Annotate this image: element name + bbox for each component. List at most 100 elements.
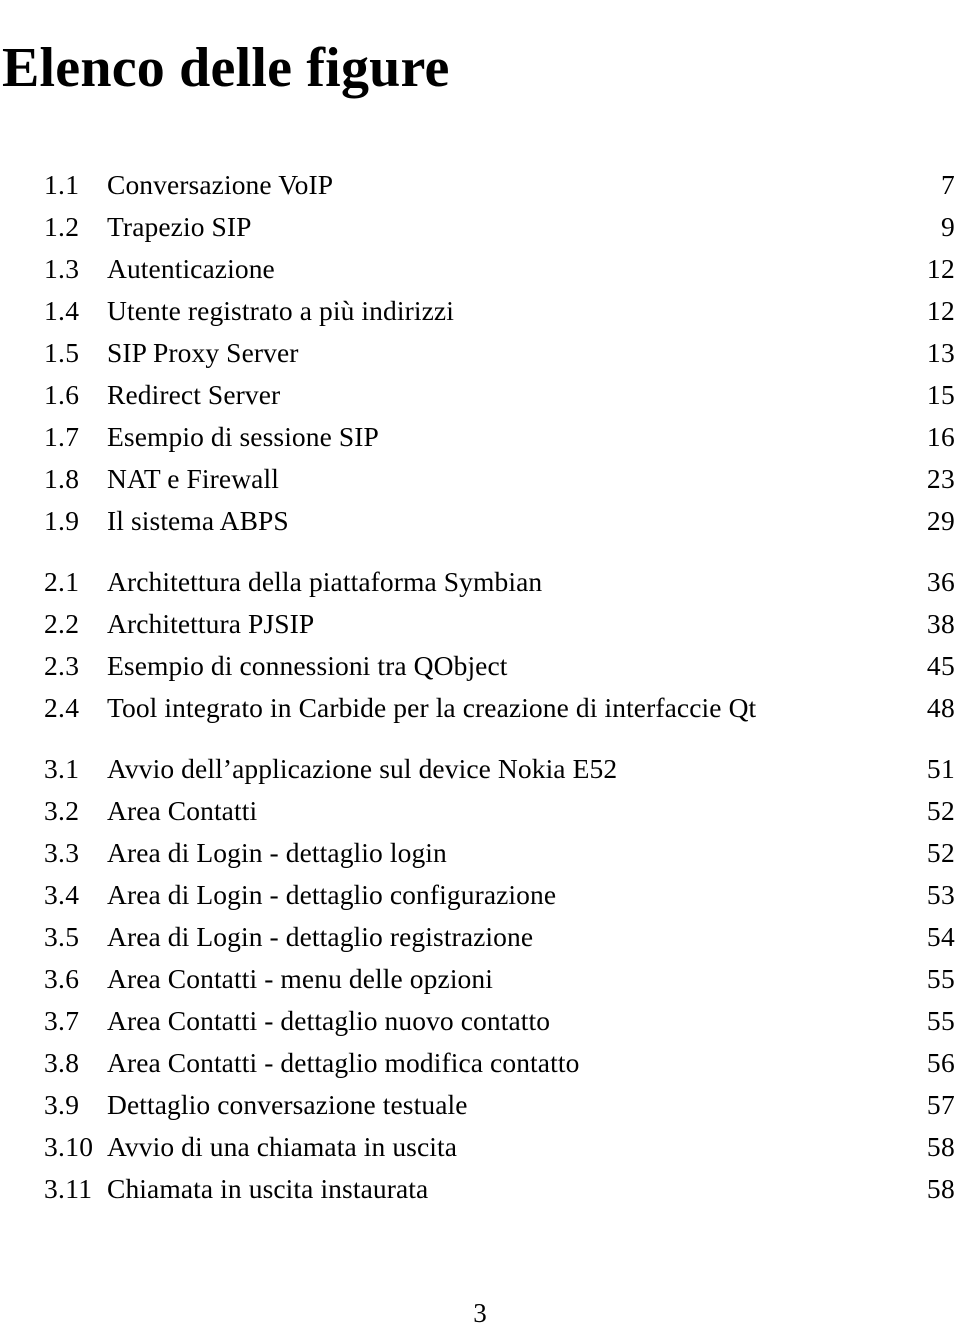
- lof-entry-page-number: 36: [926, 566, 955, 597]
- lof-entry-label: Dettaglio conversazione testuale: [107, 1089, 468, 1120]
- lof-entry-number: 3.5: [44, 921, 80, 952]
- lof-leader-dots-row: ......................: [263, 802, 903, 808]
- document-page: Elenco delle figure 1.1 Conversazione VoI…: [0, 0, 960, 1340]
- lof-entry-number: 3.3: [44, 837, 80, 868]
- lof-leader-dots-row: ........................: [305, 344, 903, 350]
- lof-leader-dots: ................: [474, 1072, 903, 1114]
- lof-entry-page-number: 13: [926, 337, 955, 368]
- lof-entry-number: 3.4: [44, 879, 80, 910]
- lof-entry-number: 3.8: [44, 1047, 80, 1078]
- lof-leader-dots: ...............: [514, 633, 903, 675]
- lof-leader-dots: ............: [556, 988, 903, 1030]
- lof-entry-page-number: 54: [926, 921, 955, 952]
- lof-entry-label: Architettura PJSIP: [107, 608, 315, 639]
- lof-entry-number: 3.6: [44, 963, 80, 994]
- lof-leader-dots-row: ........................: [339, 176, 903, 182]
- lof-leader-dots-row: ............: [556, 1012, 903, 1018]
- lof-leader-dots-row: .............: [548, 573, 903, 579]
- lof-leader-dots: .................: [463, 1114, 903, 1156]
- lof-leader-dots-row: ..: [849, 699, 903, 705]
- lof-leader-dots-row: ................: [474, 1096, 903, 1102]
- lof-leader-dots-row: ...........: [585, 1054, 903, 1060]
- lof-leader-dots: .............: [539, 904, 903, 946]
- lof-leader-dots-row: ........................: [295, 512, 903, 518]
- lof-entry-number: 3.1: [44, 753, 80, 784]
- lof-chapter-group: 2.1 Architettura della piattaforma Symbia…: [0, 549, 960, 723]
- lof-entry-label: Tool integrato in Carbide per la creazio…: [107, 692, 757, 723]
- lof-leader-dots: ........................: [339, 152, 903, 194]
- lof-entry-number: 3.7: [44, 1005, 80, 1036]
- lof-leader-dots-row: .................: [453, 844, 903, 850]
- lof-entry-number: 1.8: [44, 463, 80, 494]
- lof-entry-number: 1.9: [44, 505, 80, 536]
- lof-entry-page-number: 16: [926, 421, 955, 452]
- lof-chapter-group: 1.1Conversazione VoIP...................…: [0, 152, 960, 536]
- lof-entry-number: 2.3: [44, 650, 80, 681]
- lof-entry-label: Area di Login - dettaglio login: [107, 837, 447, 868]
- lof-entry-number: 1.1: [44, 169, 80, 200]
- lof-entry-number: 2.2: [44, 608, 80, 639]
- lof-leader-dots: ...........: [585, 1030, 903, 1072]
- lof-entry-label: Esempio di connessioni tra QObject: [107, 650, 508, 681]
- lof-entry-page-number: 9: [940, 211, 955, 242]
- lof-entry-number: 1.6: [44, 379, 80, 410]
- lof-leader-dots: ..................: [434, 1156, 903, 1198]
- lof-entry-number: 1.7: [44, 421, 80, 452]
- lof-entry-page-number: 45: [926, 650, 955, 681]
- lof-chapter-group: 3.1 Avvio dell’applicazione sul device No…: [0, 736, 960, 1204]
- lof-entry-page-number: 57: [926, 1089, 955, 1120]
- lof-entry-label: Il sistema ABPS: [107, 505, 289, 536]
- lof-leader-dots-row: .............: [562, 886, 903, 892]
- lof-entry-page-number: 55: [926, 1005, 955, 1036]
- lof-entry-page-number: 12: [926, 295, 955, 326]
- lof-leader-dots: ...............: [499, 946, 903, 988]
- lof-entry-page-number: 58: [926, 1131, 955, 1162]
- lof-entry[interactable]: 2.1 Architettura della piattaforma Symbia…: [0, 549, 960, 597]
- page-title: Elenco delle figure: [2, 36, 450, 99]
- lof-entry-page-number: 48: [926, 692, 955, 723]
- lof-leader-dots-row: ..........................: [281, 260, 903, 266]
- lof-entry-number: 3.9: [44, 1089, 80, 1120]
- lof-entry-label: Avvio di una chiamata in uscita: [107, 1131, 458, 1162]
- lof-leader-dots: ..........: [623, 736, 903, 778]
- lof-entry[interactable]: 3.1 Avvio dell’applicazione sul device No…: [0, 736, 960, 784]
- lof-entry-page-number: 52: [926, 795, 955, 826]
- lof-leader-dots: ..........................: [281, 236, 903, 278]
- lof-leader-dots-row: ...............: [460, 302, 903, 308]
- lof-entry-label: SIP Proxy Server: [107, 337, 299, 368]
- lof-entry-number: 3.11: [44, 1173, 93, 1204]
- lof-entry-page-number: 7: [940, 169, 955, 200]
- lof-leader-dots-row: ..................: [434, 1180, 903, 1186]
- lof-entry-label: Area Contatti: [107, 795, 258, 826]
- lof-entry-page-number: 56: [926, 1047, 955, 1078]
- lof-leader-dots: ......................: [320, 591, 903, 633]
- lof-entry-label: NAT e Firewall: [107, 463, 279, 494]
- lof-leader-dots: .........................: [286, 362, 903, 404]
- lof-leader-dots: ........................: [295, 488, 903, 530]
- lof-leader-dots: ..........................: [258, 194, 903, 236]
- lof-entry-label: Area Contatti - dettaglio nuovo contatto: [107, 1005, 551, 1036]
- lof-entry-label: Redirect Server: [107, 379, 281, 410]
- lof-leader-dots: .............: [562, 862, 903, 904]
- lof-entry-label: Chiamata in uscita instaurata: [107, 1173, 429, 1204]
- lof-leader-dots: ...............: [460, 278, 903, 320]
- lof-leader-dots-row: ......................: [320, 615, 903, 621]
- lof-entry-page-number: 53: [926, 879, 955, 910]
- lof-leader-dots: ........................: [305, 320, 903, 362]
- lof-leader-dots-row: .........................: [285, 470, 903, 476]
- lof-leader-dots-row: .................: [463, 1138, 903, 1144]
- lof-entry-label: Area di Login - dettaglio registrazione: [107, 921, 534, 952]
- lof-entry-page-number: 29: [926, 505, 955, 536]
- lof-leader-dots-row: .........................: [286, 386, 903, 392]
- lof-entry[interactable]: 1.1Conversazione VoIP...................…: [0, 152, 960, 200]
- list-of-figures: 1.1Conversazione VoIP...................…: [0, 152, 960, 1204]
- lof-leader-dots: .........................: [285, 446, 903, 488]
- lof-leader-dots-row: ...............: [499, 970, 903, 976]
- lof-entry-number: 2.4: [44, 692, 80, 723]
- lof-entry-page-number: 52: [926, 837, 955, 868]
- lof-leader-dots-row: .............: [539, 928, 903, 934]
- lof-entry-number: 1.4: [44, 295, 80, 326]
- lof-entry-number: 3.10: [44, 1131, 94, 1162]
- lof-leader-dots: .............: [548, 549, 903, 591]
- lof-entry-page-number: 23: [926, 463, 955, 494]
